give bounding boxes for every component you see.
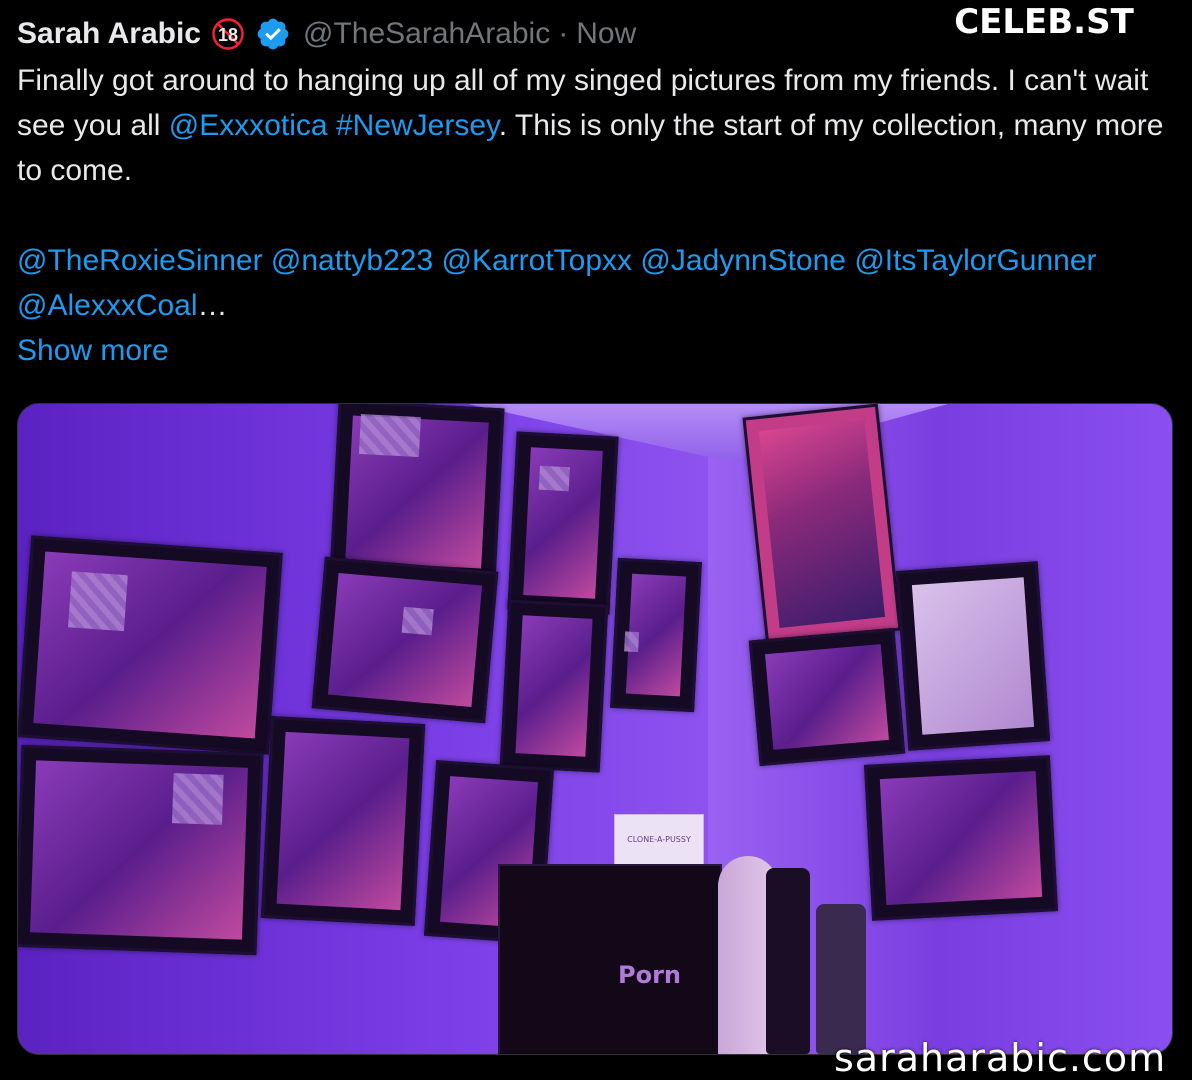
tweet-text: Finally got around to hanging up all of … [17, 58, 1177, 373]
picture-frame [18, 744, 264, 956]
product-box-label: CLONE-A-PUSSY [627, 835, 691, 844]
picture-frame [18, 535, 283, 755]
bottle [766, 868, 810, 1054]
tweet-photo[interactable]: CLONE-A-PUSSY Porn [17, 403, 1173, 1055]
hashtag-newjersey[interactable]: #NewJersey [336, 109, 499, 142]
mention-exxxotica[interactable]: @Exxxotica [169, 109, 328, 142]
header-separator: · [558, 17, 569, 50]
mention-link[interactable]: @AlexxxCoal [17, 289, 198, 322]
mention-link[interactable]: @KarrotTopxx [442, 244, 633, 277]
mention-link[interactable]: @nattyb223 [271, 244, 433, 277]
black-cabinet: Porn [498, 864, 722, 1054]
age-restriction-icon: 18 [211, 17, 245, 51]
picture-frame [260, 716, 426, 926]
picture-frame [610, 557, 702, 713]
picture-frame [499, 599, 609, 773]
picture-frame [329, 404, 505, 585]
picture-frame [748, 627, 906, 767]
mention-link[interactable]: @ItsTaylorGunner [854, 244, 1096, 277]
verified-badge-icon[interactable] [255, 16, 291, 52]
tweet-header: Sarah Arabic 18 @TheSarahArabic · Now [17, 12, 1177, 56]
painting-frame [742, 404, 902, 645]
site-watermark: saraharabic.com [834, 1036, 1167, 1080]
user-handle[interactable]: @TheSarahArabic [303, 17, 550, 51]
picture-frame [311, 556, 499, 724]
show-more-link[interactable]: Show more [17, 328, 169, 373]
cabinet-logo: Porn [618, 961, 681, 989]
tweet: Sarah Arabic 18 @TheSarahArabic · Now Fi… [17, 12, 1177, 373]
age-badge-label: 18 [218, 25, 238, 45]
bottle [816, 904, 866, 1054]
picture-frame [864, 755, 1058, 921]
tweet-timestamp[interactable]: Now [576, 17, 636, 51]
display-name[interactable]: Sarah Arabic [17, 17, 201, 51]
mention-link[interactable]: @JadynnStone [640, 244, 846, 277]
truncation-ellipsis: … [197, 289, 228, 322]
product-box: CLONE-A-PUSSY [614, 814, 704, 868]
picture-frame [895, 561, 1051, 751]
picture-frame [507, 431, 619, 615]
mention-link[interactable]: @TheRoxieSinner [17, 244, 263, 277]
